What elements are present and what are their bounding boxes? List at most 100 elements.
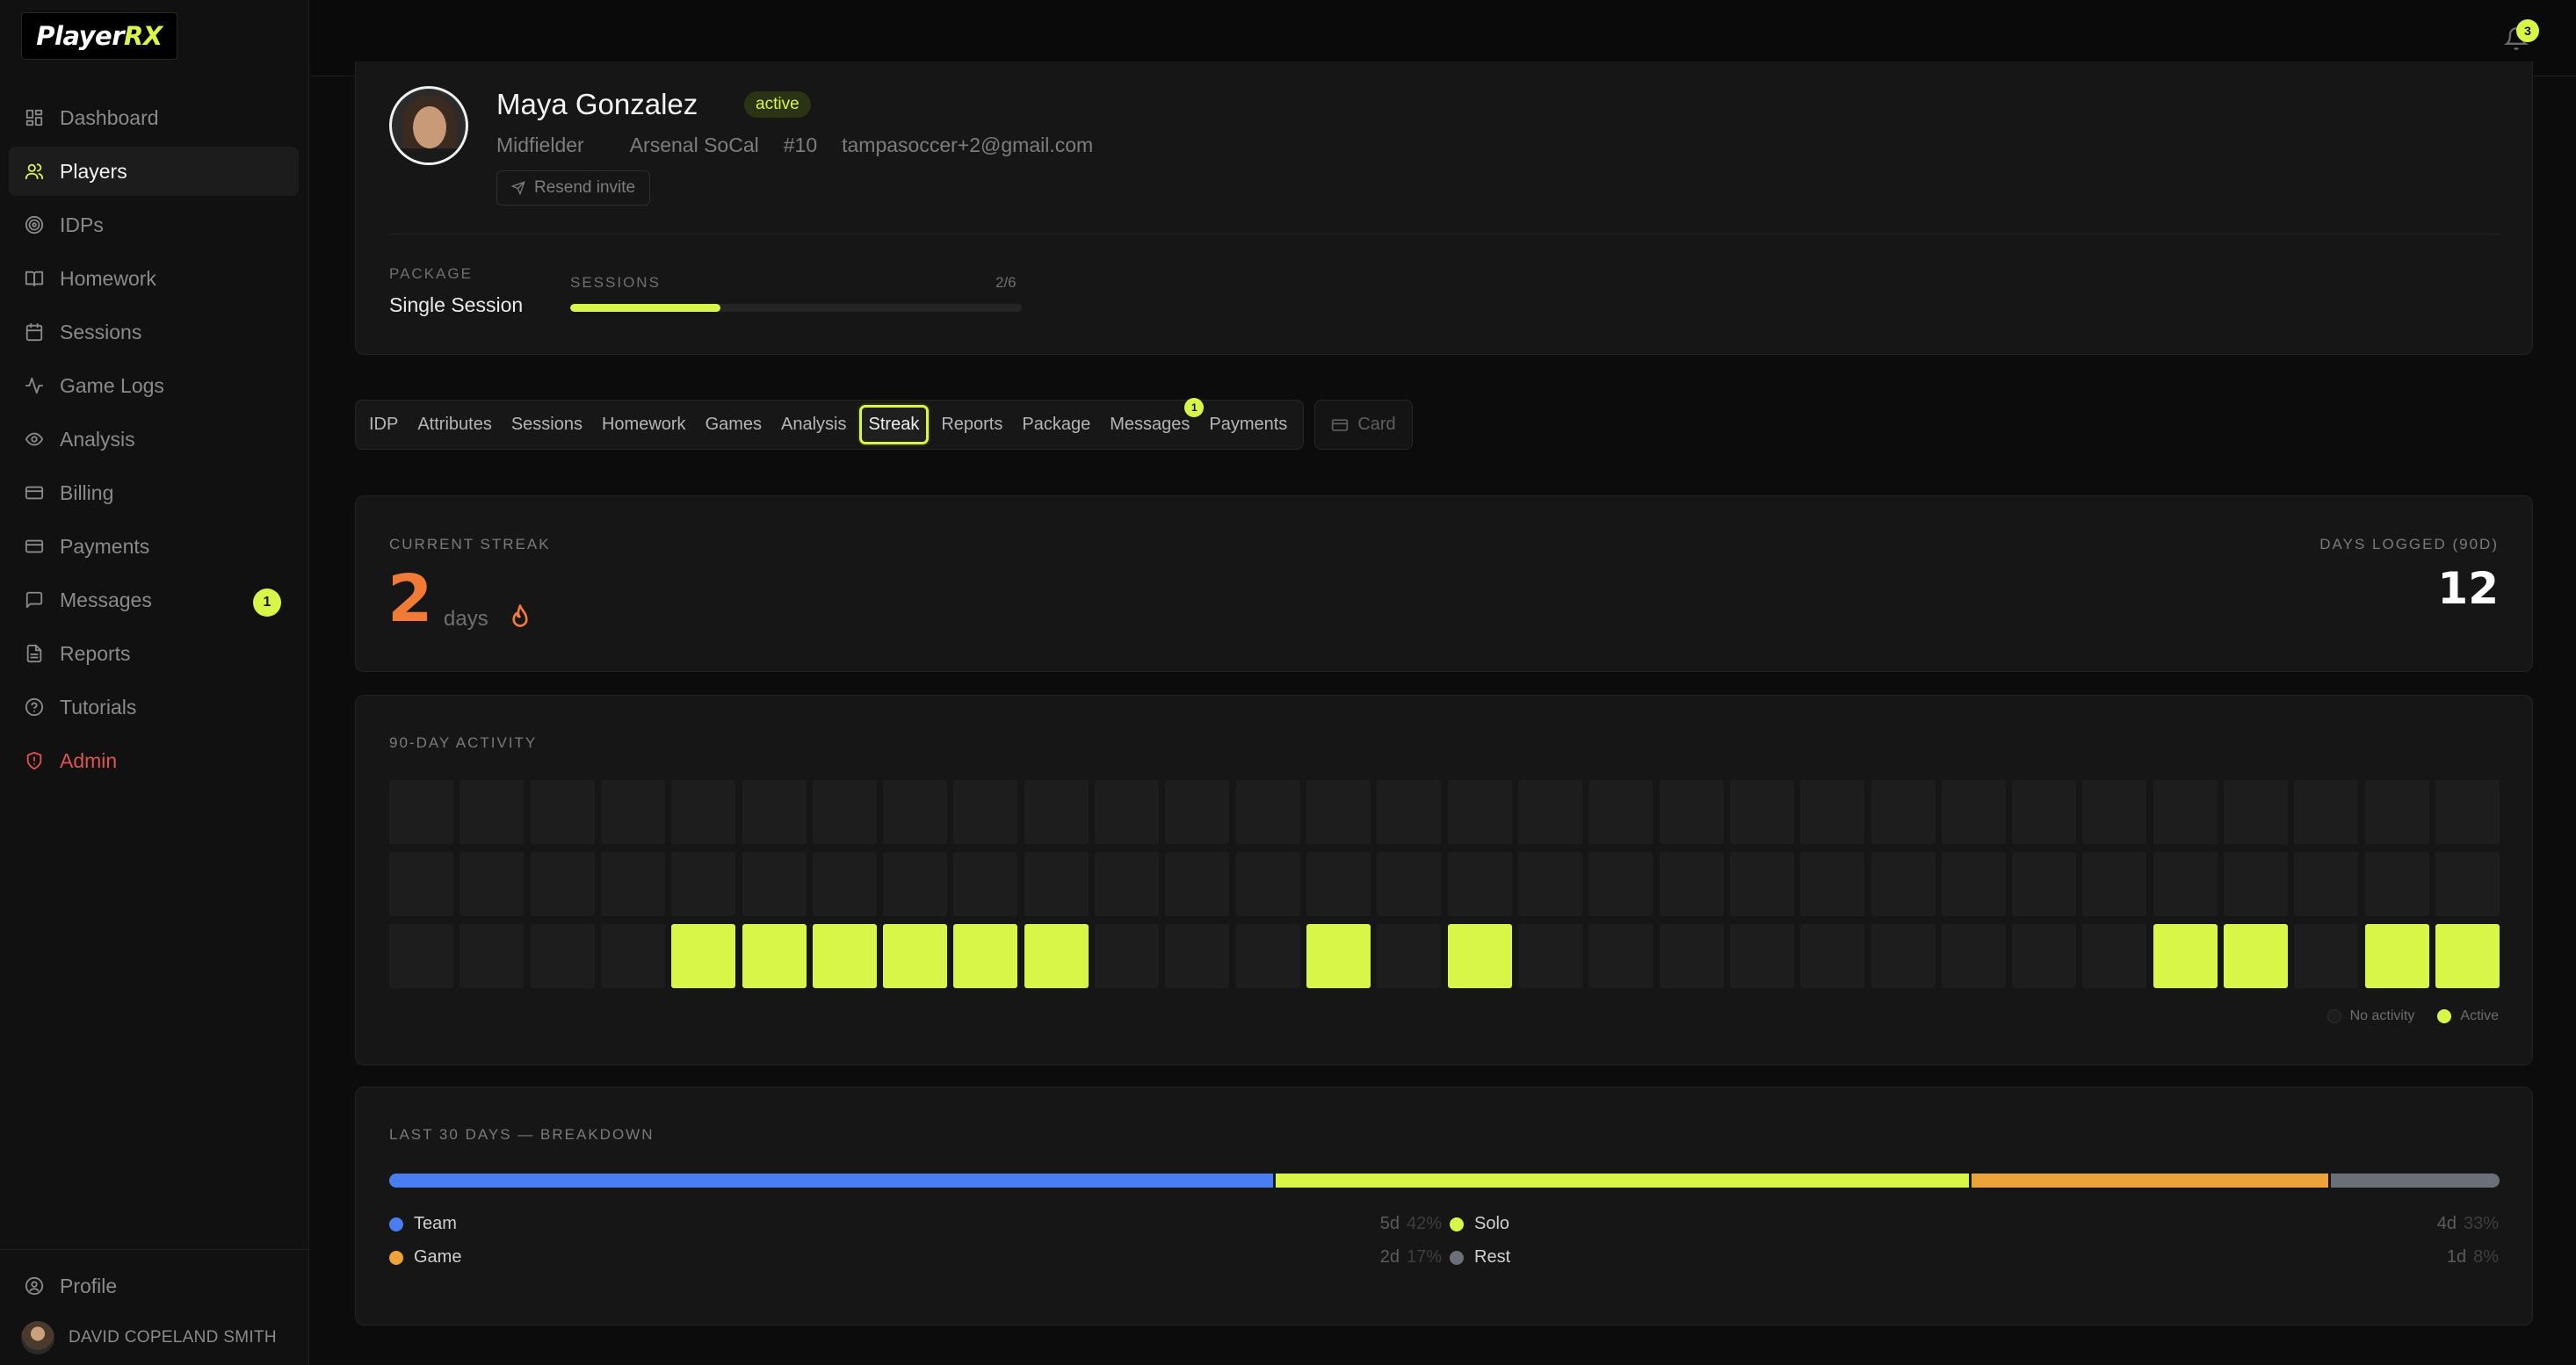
activity-day-cell [883, 924, 948, 988]
sidebar-item-label: Reports [60, 641, 131, 665]
streak-card: CURRENT STREAK 2 days DAYS LOGGED (90D) … [355, 495, 2533, 672]
sidebar-badge: 1 [253, 589, 281, 617]
sidebar-item-label: Profile [60, 1274, 118, 1297]
current-user[interactable]: DAVID COPELAND SMITH [21, 1321, 277, 1354]
eye-icon [25, 430, 44, 449]
activity-day-cell [1447, 852, 1512, 916]
tab-attributes[interactable]: Attributes [410, 405, 498, 444]
breakdown-stacked-bar [389, 1174, 2500, 1188]
credit-card-icon [25, 537, 44, 556]
activity-day-cell [530, 780, 595, 844]
sidebar-item-idps[interactable]: IDPs [9, 200, 299, 249]
activity-day-cell [2012, 852, 2077, 916]
player-position: Midfielder [496, 134, 584, 156]
breakdown-days: 4d [2436, 1214, 2457, 1233]
activity-day-cell [2082, 780, 2147, 844]
activity-day-cell [1306, 780, 1371, 844]
tab-package[interactable]: Package [1015, 405, 1097, 444]
activity-day-cell [1165, 924, 1230, 988]
sidebar-item-homework[interactable]: Homework [9, 254, 299, 303]
sidebar-item-admin[interactable]: Admin [9, 736, 299, 785]
grid-icon [25, 108, 44, 127]
activity-label: 90-DAY ACTIVITY [389, 734, 538, 751]
breakdown-card: LAST 30 DAYS — BREAKDOWN Team 5d 42% Solo 4d… [355, 1087, 2533, 1325]
activity-legend: No activity Active [2305, 1008, 2499, 1024]
logo-text: Player [36, 21, 125, 51]
sidebar-item-billing[interactable]: Billing [9, 468, 299, 517]
activity-day-cell [812, 852, 877, 916]
activity-day-cell [1800, 924, 1865, 988]
activity-day-cell [1447, 780, 1512, 844]
sidebar-item-analysis[interactable]: Analysis [9, 415, 299, 464]
sessions-count: 2/6 [995, 274, 1017, 291]
sidebar-item-payments[interactable]: Payments [9, 522, 299, 571]
activity-day-cell [2294, 780, 2359, 844]
sidebar-item-dashboard[interactable]: Dashboard [9, 93, 299, 142]
activity-day-cell [2082, 924, 2147, 988]
activity-day-cell [1729, 852, 1794, 916]
logo-accent-text: RX [124, 21, 163, 51]
player-club: Arsenal SoCal [629, 134, 759, 156]
sidebar-item-label: Payments [60, 534, 150, 558]
activity-day-cell [671, 852, 736, 916]
current-streak-unit: days [444, 607, 488, 631]
legend-dot [389, 1250, 403, 1265]
notification-badge: 3 [2516, 19, 2539, 42]
breakdown-days: 1d [2446, 1247, 2467, 1267]
activity-day-cell [1517, 924, 1582, 988]
user-name: DAVID COPELAND SMITH [69, 1328, 277, 1347]
tab-payments[interactable]: Payments [1202, 405, 1294, 444]
tab-label: Streak [868, 415, 920, 434]
resend-invite-button[interactable]: Resend invite [496, 170, 651, 206]
breakdown-pct: 33% [2463, 1214, 2499, 1233]
tab-label: Games [705, 415, 763, 434]
sidebar-item-reports[interactable]: Reports [9, 629, 299, 678]
tab-messages[interactable]: Messages 1 [1103, 398, 1205, 444]
tab-games[interactable]: Games [698, 405, 769, 444]
breakdown-value: 1d 8% [2447, 1247, 2499, 1268]
activity-day-cell [1095, 852, 1160, 916]
sidebar-item-tutorials[interactable]: Tutorials [9, 682, 299, 732]
sidebar: PlayerRX Dashboard Players IDPs Homework Ses… [0, 0, 309, 1365]
sidebar-item-players[interactable]: Players [9, 147, 299, 196]
card-button[interactable]: Card [1314, 400, 1413, 450]
breakdown-segment-game [1972, 1174, 2331, 1188]
tab-reports[interactable]: Reports [934, 405, 1009, 444]
breakdown-name: Team [414, 1214, 457, 1233]
breakdown-item-rest: Rest [1450, 1247, 1510, 1268]
activity-day-cell [1095, 924, 1160, 988]
calendar-icon [25, 322, 44, 342]
sidebar-item-label: Homework [60, 266, 156, 290]
sidebar-item-messages[interactable]: Messages 1 [9, 575, 299, 625]
activity-day-cell [742, 780, 807, 844]
breakdown-name: Game [414, 1247, 462, 1267]
tab-idp[interactable]: IDP [362, 405, 405, 444]
activity-icon [25, 376, 44, 395]
tab-homework[interactable]: Homework [595, 405, 693, 444]
sessions-progress-fill [570, 304, 721, 312]
sidebar-item-game-logs[interactable]: Game Logs [9, 361, 299, 410]
activity-day-cell [459, 924, 525, 988]
activity-day-cell [953, 852, 1018, 916]
tab-streak[interactable]: Streak [858, 405, 930, 444]
activity-day-cell [1306, 924, 1371, 988]
tab-analysis[interactable]: Analysis [774, 405, 853, 444]
sidebar-item-sessions[interactable]: Sessions [9, 307, 299, 357]
activity-day-cell [1235, 924, 1300, 988]
sidebar-divider [0, 1249, 309, 1250]
player-header-card: Maya Gonzalez active Midfielder Arsenal … [355, 61, 2533, 355]
activity-day-cell [389, 780, 453, 844]
activity-day-cell [600, 780, 665, 844]
app-logo[interactable]: PlayerRX [21, 12, 177, 60]
breakdown-name: Rest [1474, 1247, 1511, 1267]
breakdown-name: Solo [1474, 1214, 1510, 1233]
activity-day-cell [1517, 852, 1582, 916]
activity-day-cell [1024, 924, 1089, 988]
breakdown-label: LAST 30 DAYS — BREAKDOWN [389, 1126, 655, 1143]
tab-sessions[interactable]: Sessions [504, 405, 590, 444]
sidebar-nav: Dashboard Players IDPs Homework Sessions Game… [9, 93, 299, 790]
breakdown-pct: 42% [1406, 1214, 1442, 1233]
tab-label: IDP [369, 415, 399, 434]
breakdown-segment-rest [2330, 1174, 2500, 1188]
sidebar-item-profile[interactable]: Profile [9, 1261, 299, 1311]
